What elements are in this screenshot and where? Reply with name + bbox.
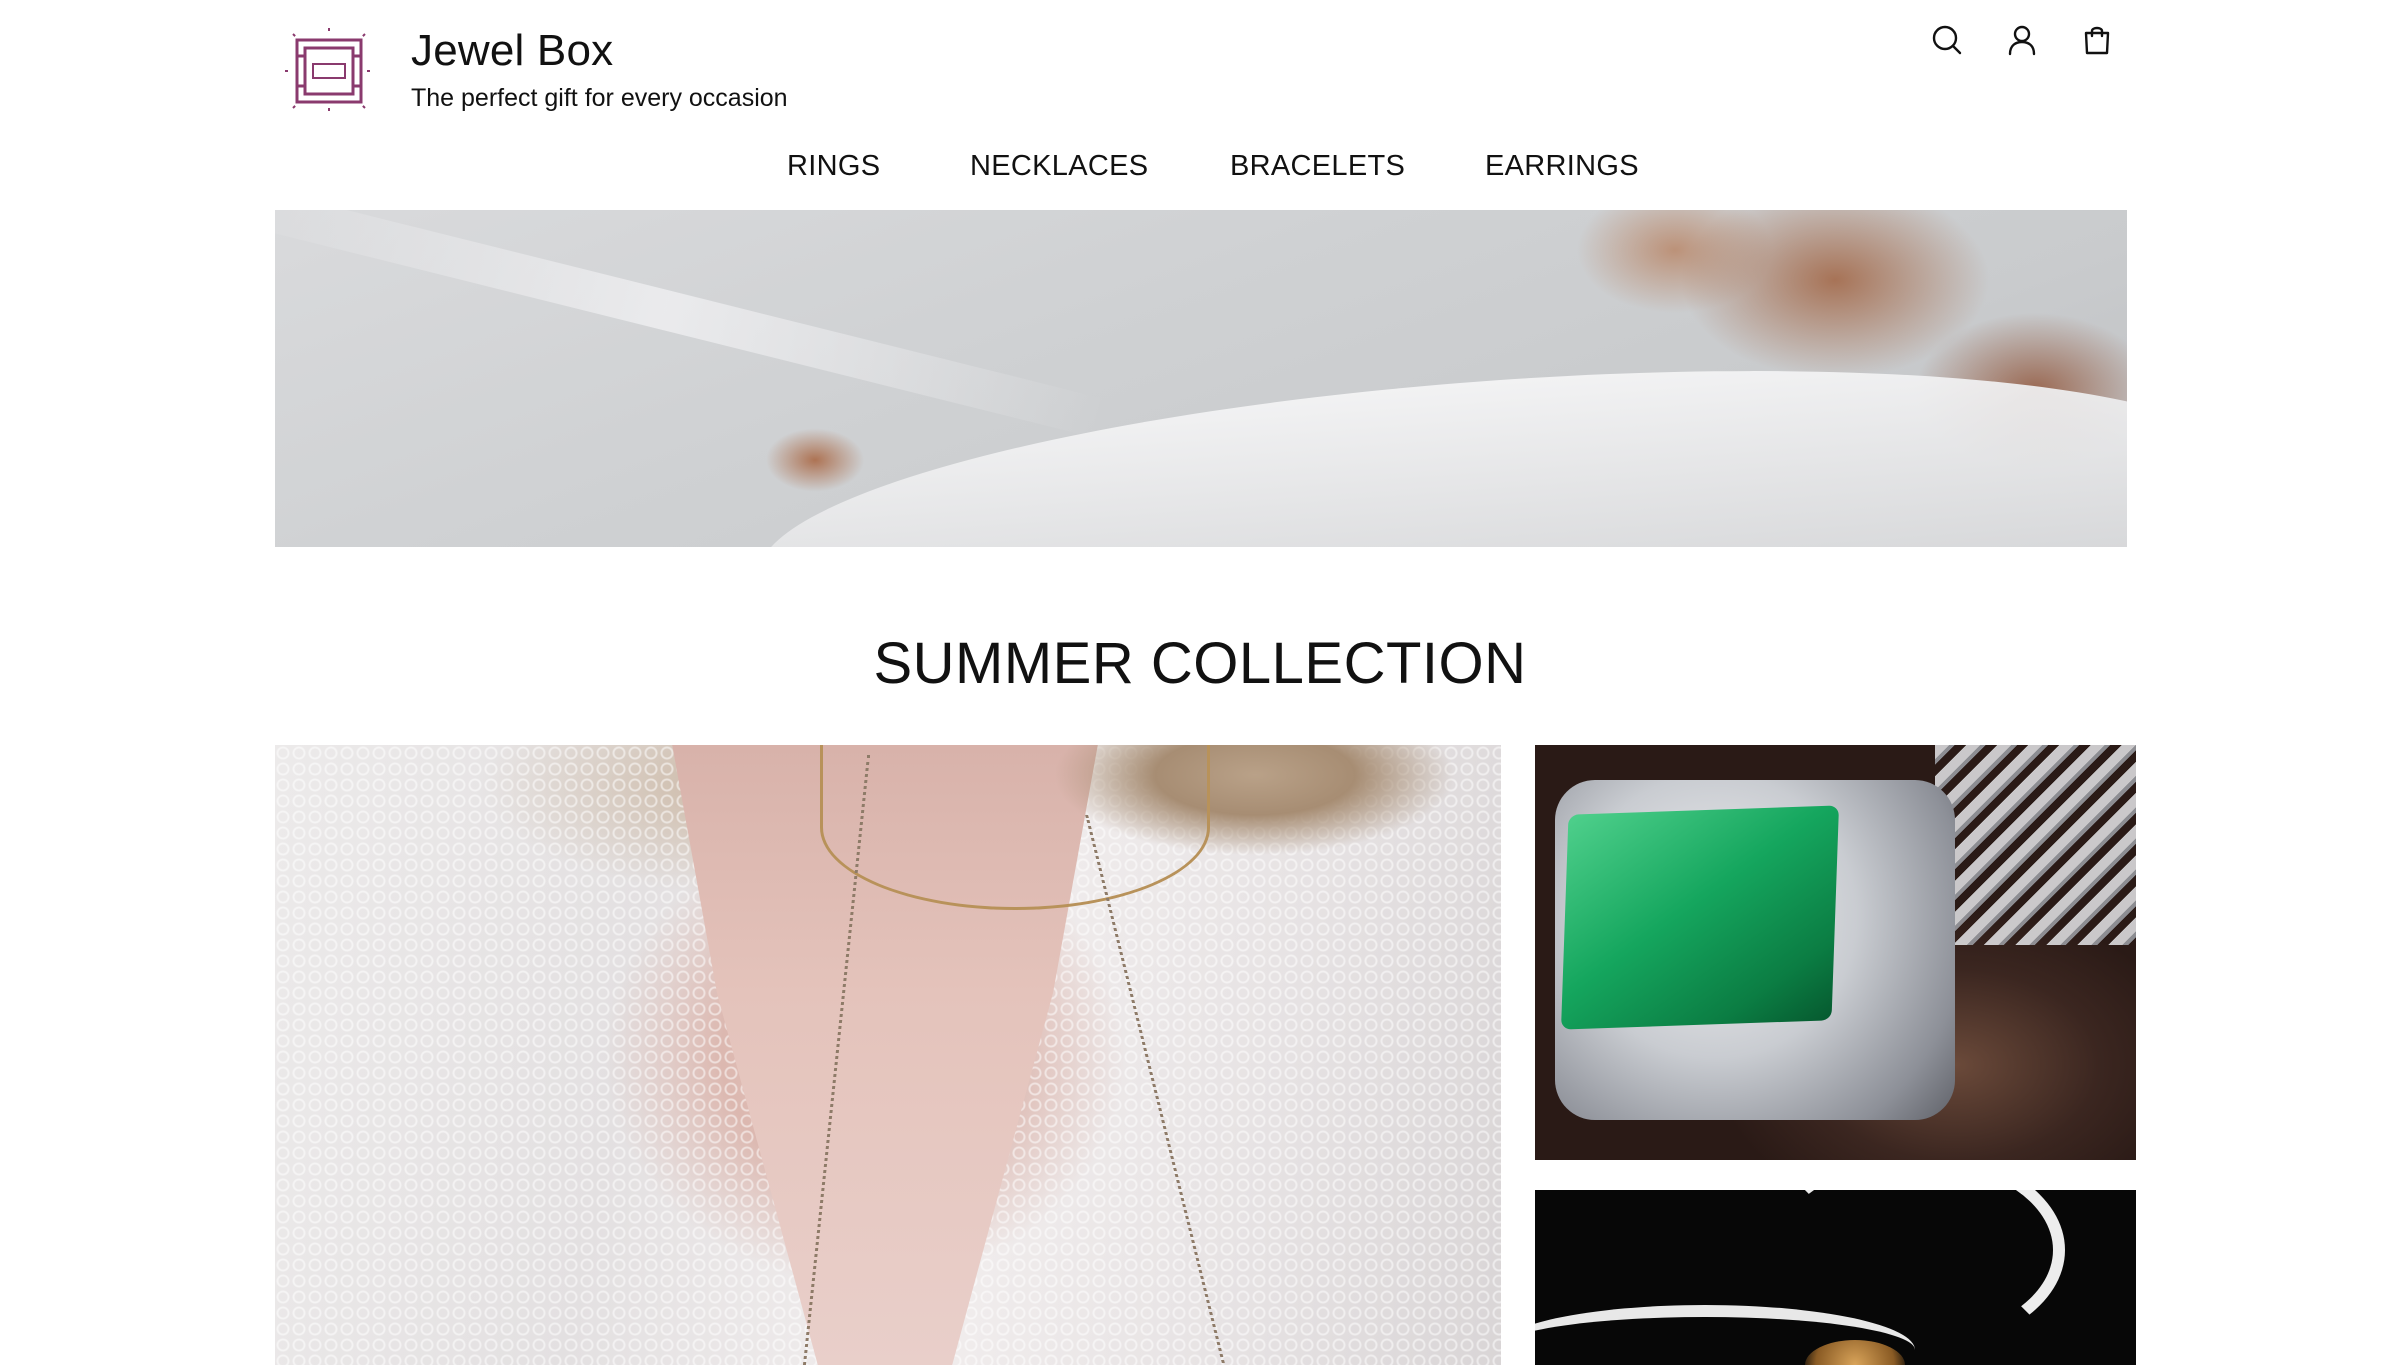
silver-chain xyxy=(1935,745,2136,945)
nav-item-rings[interactable]: RINGS xyxy=(787,150,880,183)
site-header: Jewel Box The perfect gift for every occ… xyxy=(275,0,2127,140)
section-title: SUMMER COLLECTION xyxy=(873,631,1527,696)
ribbon-ring-image[interactable] xyxy=(1535,1190,2136,1365)
shopping-bag-icon[interactable] xyxy=(2077,20,2117,60)
nav-item-bracelets[interactable]: BRACELETS xyxy=(1230,150,1405,183)
gem-logo-icon[interactable] xyxy=(283,26,375,116)
hero-banner-image xyxy=(275,210,2127,547)
main-navigation: RINGS NECKLACES BRACELETS EARRINGS xyxy=(0,150,2400,190)
nav-item-earrings[interactable]: EARRINGS xyxy=(1485,150,1639,183)
search-icon[interactable] xyxy=(1927,20,1967,60)
header-actions xyxy=(1927,20,2127,60)
collection-feature-image[interactable] xyxy=(275,745,1501,1365)
emerald-stone xyxy=(1560,805,1840,1030)
brand-title[interactable]: Jewel Box xyxy=(411,26,613,76)
emerald-pendant-image[interactable] xyxy=(1535,745,2136,1160)
brand-tagline: The perfect gift for every occasion xyxy=(411,84,788,112)
nav-item-necklaces[interactable]: NECKLACES xyxy=(970,150,1148,183)
user-icon[interactable] xyxy=(2002,20,2042,60)
